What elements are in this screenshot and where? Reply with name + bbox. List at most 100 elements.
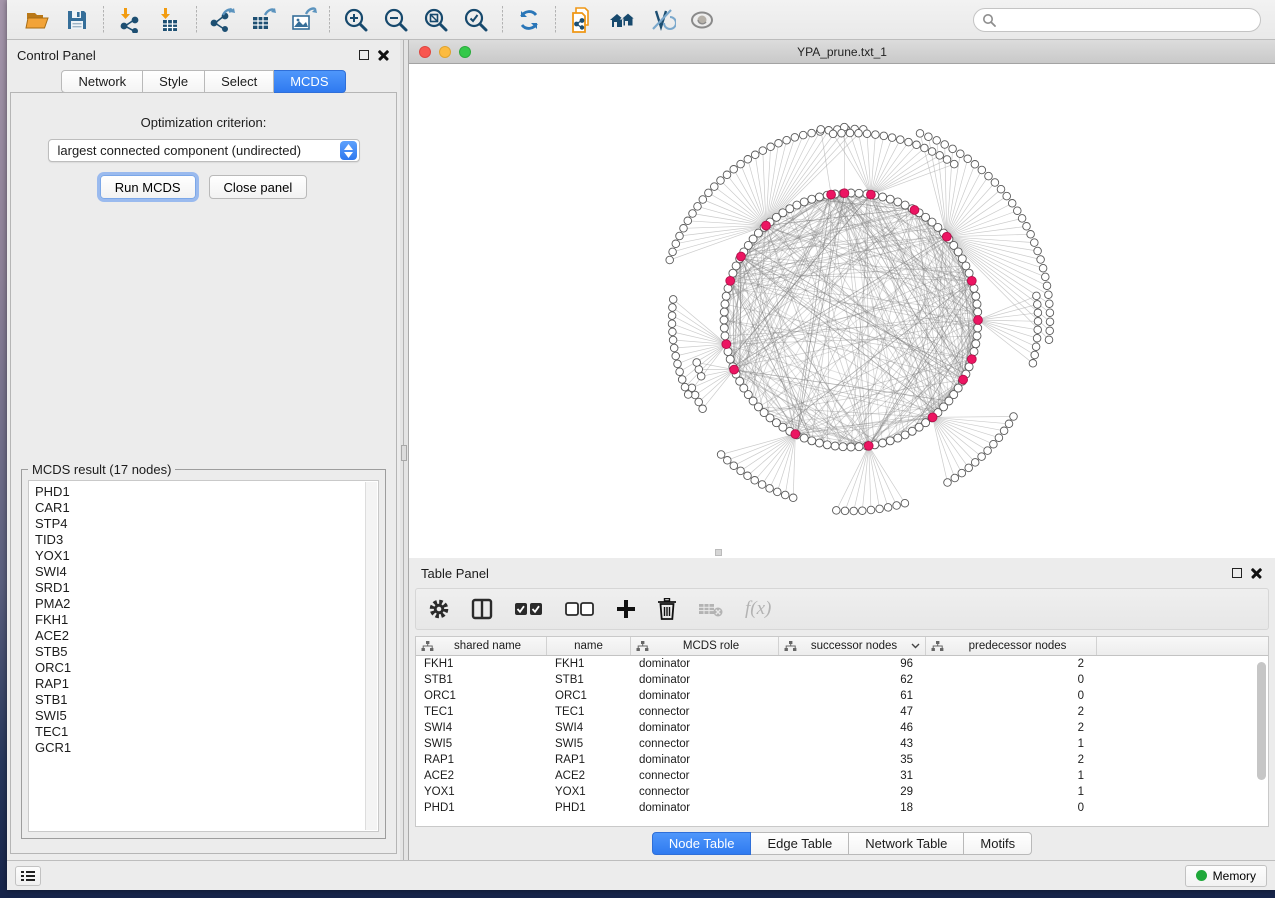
mcds-hub-node[interactable] xyxy=(967,276,976,285)
network-leaf-node[interactable] xyxy=(744,472,752,480)
network-leaf-node[interactable] xyxy=(880,132,888,140)
network-node[interactable] xyxy=(879,439,887,447)
column-header-MCDS-role[interactable]: MCDS role xyxy=(631,637,779,655)
network-leaf-node[interactable] xyxy=(1046,300,1054,308)
network-leaf-node[interactable] xyxy=(669,296,677,304)
table-row[interactable]: RAP1RAP1dominator352 xyxy=(416,752,1268,768)
network-leaf-node[interactable] xyxy=(670,344,678,352)
network-leaf-node[interactable] xyxy=(1005,420,1013,428)
show-columns-icon[interactable] xyxy=(471,594,493,624)
network-leaf-node[interactable] xyxy=(984,447,992,455)
network-leaf-node[interactable] xyxy=(799,131,807,139)
network-leaf-node[interactable] xyxy=(943,156,951,164)
network-node[interactable] xyxy=(793,201,801,209)
network-leaf-node[interactable] xyxy=(859,507,867,515)
table-row[interactable]: ACE2ACE2connector311 xyxy=(416,768,1268,784)
network-leaf-node[interactable] xyxy=(1008,200,1016,208)
network-leaf-node[interactable] xyxy=(808,129,816,137)
network-leaf-node[interactable] xyxy=(669,304,677,312)
network-leaf-node[interactable] xyxy=(867,506,875,514)
mcds-result-item[interactable]: SRD1 xyxy=(35,580,378,596)
network-leaf-node[interactable] xyxy=(781,491,789,499)
network-leaf-node[interactable] xyxy=(674,360,682,368)
network-leaf-node[interactable] xyxy=(723,171,731,179)
mcds-hub-node[interactable] xyxy=(864,441,873,450)
network-node[interactable] xyxy=(847,443,855,451)
network-leaf-node[interactable] xyxy=(751,477,759,485)
mcds-hub-node[interactable] xyxy=(967,355,976,364)
network-leaf-node[interactable] xyxy=(925,133,933,141)
mcds-hub-node[interactable] xyxy=(959,375,968,384)
network-node[interactable] xyxy=(808,437,816,445)
network-leaf-node[interactable] xyxy=(1031,239,1039,247)
mcds-result-item[interactable]: ACE2 xyxy=(35,628,378,644)
export-table-icon[interactable] xyxy=(243,4,283,36)
network-leaf-node[interactable] xyxy=(1034,318,1042,326)
network-leaf-node[interactable] xyxy=(1034,301,1042,309)
network-leaf-node[interactable] xyxy=(724,457,732,465)
network-leaf-node[interactable] xyxy=(758,481,766,489)
network-leaf-node[interactable] xyxy=(791,134,799,142)
mcds-hub-node[interactable] xyxy=(791,430,800,439)
network-leaf-node[interactable] xyxy=(991,179,999,187)
network-leaf-node[interactable] xyxy=(1023,223,1031,231)
table-row[interactable]: TEC1TEC1connector472 xyxy=(416,704,1268,720)
network-leaf-node[interactable] xyxy=(1045,291,1053,299)
network-node[interactable] xyxy=(720,316,728,324)
network-leaf-node[interactable] xyxy=(1042,273,1050,281)
delete-column-icon[interactable] xyxy=(657,594,677,624)
network-leaf-node[interactable] xyxy=(1043,282,1051,290)
table-row[interactable]: STB1STB1dominator620 xyxy=(416,672,1268,688)
network-leaf-node[interactable] xyxy=(684,391,692,399)
network-leaf-node[interactable] xyxy=(774,488,782,496)
network-leaf-node[interactable] xyxy=(678,376,686,384)
network-leaf-node[interactable] xyxy=(985,172,993,180)
network-leaf-node[interactable] xyxy=(737,160,745,168)
mcds-hub-node[interactable] xyxy=(730,365,739,374)
network-node[interactable] xyxy=(974,308,982,316)
network-node[interactable] xyxy=(831,442,839,450)
tab-node-table[interactable]: Node Table xyxy=(652,832,752,855)
network-node[interactable] xyxy=(823,441,831,449)
network-leaf-node[interactable] xyxy=(730,166,738,174)
network-leaf-node[interactable] xyxy=(691,391,699,399)
network-node[interactable] xyxy=(974,324,982,332)
network-leaf-node[interactable] xyxy=(1045,336,1053,344)
search-input[interactable] xyxy=(1001,13,1252,27)
tab-network-table[interactable]: Network Table xyxy=(849,832,964,855)
network-leaf-node[interactable] xyxy=(668,312,676,320)
network-leaf-node[interactable] xyxy=(921,144,929,152)
network-leaf-node[interactable] xyxy=(901,499,909,507)
table-settings-gear-icon[interactable] xyxy=(428,594,450,624)
network-leaf-node[interactable] xyxy=(676,232,684,240)
tab-style[interactable]: Style xyxy=(143,70,205,93)
mcds-result-item[interactable]: CAR1 xyxy=(35,500,378,516)
network-leaf-node[interactable] xyxy=(928,148,936,156)
table-row[interactable]: SWI5SWI5connector431 xyxy=(416,736,1268,752)
network-node[interactable] xyxy=(800,434,808,442)
network-node[interactable] xyxy=(886,437,894,445)
network-leaf-node[interactable] xyxy=(978,453,986,461)
refresh-layout-icon[interactable] xyxy=(509,4,549,36)
network-node[interactable] xyxy=(973,300,981,308)
mcds-result-item[interactable]: STB1 xyxy=(35,692,378,708)
network-leaf-node[interactable] xyxy=(1046,327,1054,335)
network-leaf-node[interactable] xyxy=(744,156,752,164)
mcds-result-item[interactable]: ORC1 xyxy=(35,660,378,676)
network-leaf-node[interactable] xyxy=(893,502,901,510)
network-splitter-grip[interactable] xyxy=(715,549,722,556)
mcds-hub-node[interactable] xyxy=(867,190,876,199)
mcds-result-item[interactable]: PHD1 xyxy=(35,484,378,500)
network-leaf-node[interactable] xyxy=(997,185,1005,193)
network-node[interactable] xyxy=(901,431,909,439)
mcds-result-item[interactable]: SWI5 xyxy=(35,708,378,724)
mcds-hub-node[interactable] xyxy=(827,190,836,199)
zoom-selected-icon[interactable] xyxy=(456,4,496,36)
network-node[interactable] xyxy=(722,292,730,300)
mcds-result-item[interactable]: YOX1 xyxy=(35,548,378,564)
close-table-panel-icon[interactable] xyxy=(1251,567,1263,579)
network-leaf-node[interactable] xyxy=(789,494,797,502)
network-leaf-node[interactable] xyxy=(699,196,707,204)
save-icon[interactable] xyxy=(57,4,97,36)
memory-button[interactable]: Memory xyxy=(1185,865,1267,887)
